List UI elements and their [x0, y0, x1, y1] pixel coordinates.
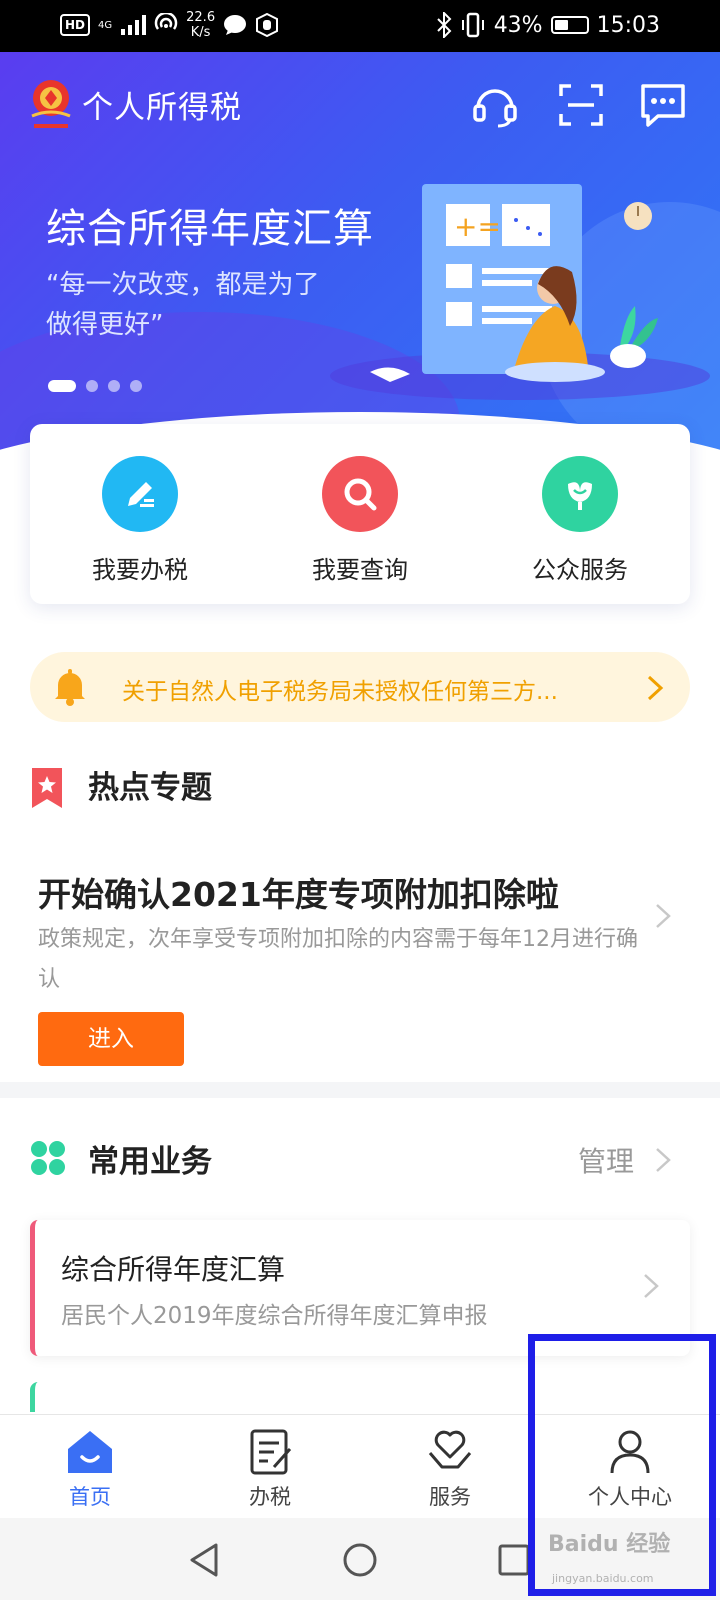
chevron-right-icon — [644, 1274, 659, 1298]
quick-actions-card: 我要办税 我要查询 公众服务 — [30, 424, 690, 604]
battery-icon — [550, 16, 589, 34]
message-icon[interactable] — [638, 80, 688, 130]
chevron-right-icon[interactable] — [654, 1146, 672, 1174]
chevron-right-icon[interactable] — [654, 902, 672, 930]
pager-dot[interactable] — [130, 380, 142, 392]
grid-clover-icon — [31, 1141, 65, 1175]
chat-bubble-icon — [224, 15, 247, 35]
pager-dot[interactable] — [48, 380, 76, 392]
speed-value: 22.6 — [186, 10, 216, 25]
chevron-right-icon — [647, 675, 664, 701]
nav-item-tax[interactable]: 办税 — [180, 1415, 360, 1518]
hd-badge: HD — [60, 14, 91, 36]
status-right: 43% 15:03 — [436, 12, 660, 38]
search-icon — [322, 456, 398, 532]
hot-topics-title: 热点专题 — [88, 770, 212, 806]
clock: 15:03 — [596, 12, 660, 38]
business-item-subtitle: 居民个人2019年度综合所得年度汇算申报 — [61, 1303, 488, 1329]
banner-pager[interactable] — [48, 380, 142, 392]
quick-action-tax[interactable]: 我要办税 — [30, 424, 250, 604]
tulip-icon — [542, 456, 618, 532]
quick-action-label: 我要办税 — [92, 556, 188, 584]
banner-quote-line1: “每一次改变，都是为了 — [46, 270, 320, 300]
network-type: 4G — [98, 19, 113, 31]
nav-item-service[interactable]: 服务 — [360, 1415, 540, 1518]
enter-button[interactable]: 进入 — [38, 1012, 184, 1066]
home-icon — [68, 1431, 112, 1473]
manage-link[interactable]: 管理 — [578, 1140, 634, 1180]
speed-unit: K/s — [190, 25, 211, 40]
tax-emblem-icon — [31, 80, 71, 128]
nav-item-home[interactable]: 首页 — [0, 1415, 180, 1518]
signal-icon — [121, 15, 147, 35]
hot-topic-description: 政策规定，次年享受专项附加扣除的内容需于每年12月进行确认 — [38, 927, 638, 992]
tax-form-icon — [250, 1429, 292, 1475]
watermark-url: jingyan.baidu.com — [552, 1572, 654, 1585]
app-title: 个人所得税 — [82, 90, 242, 126]
hot-topic-headline[interactable]: 开始确认2021年度专项附加扣除啦 — [38, 868, 559, 916]
quick-action-label: 我要查询 — [312, 556, 408, 584]
pager-dot[interactable] — [86, 380, 98, 392]
bell-icon — [55, 669, 85, 706]
quick-action-query[interactable]: 我要查询 — [250, 424, 470, 604]
battery-percent: 43% — [493, 12, 543, 38]
quick-action-public-service[interactable]: 公众服务 — [470, 424, 690, 604]
headset-icon[interactable] — [470, 80, 520, 130]
network-speed: 22.6 K/s — [186, 10, 215, 40]
nav-label: 首页 — [69, 1485, 111, 1509]
notice-bar[interactable]: 关于自然人电子税务局未授权任何第三方... — [30, 652, 690, 722]
section-divider — [0, 1082, 720, 1098]
hotspot-icon — [154, 13, 178, 30]
bluetooth-icon — [436, 12, 452, 38]
quick-action-label: 公众服务 — [532, 556, 628, 584]
watermark-logo: Baidu 经验 — [548, 1532, 671, 1557]
business-item-title: 综合所得年度汇算 — [61, 1253, 286, 1286]
nav-label: 服务 — [429, 1485, 471, 1509]
pencil-icon — [102, 456, 178, 532]
top-bar: 个人所得税 — [0, 70, 720, 134]
banner-quote-line2: 做得更好” — [46, 310, 164, 340]
scan-icon[interactable] — [556, 80, 606, 130]
banner-illustration: += — [330, 184, 710, 400]
pager-dot[interactable] — [108, 380, 120, 392]
svg-text:+=: += — [454, 210, 501, 243]
home-circle-icon[interactable] — [340, 1540, 380, 1580]
heart-hand-icon — [428, 1430, 472, 1469]
hand-icon — [256, 13, 279, 37]
common-business-title: 常用业务 — [88, 1144, 212, 1180]
notice-text: 关于自然人电子税务局未授权任何第三方... — [122, 679, 558, 705]
status-left: HD 4G 22.6 K/s — [60, 10, 279, 40]
status-bar: HD 4G 22.6 K/s 43% 15:03 — [0, 0, 720, 52]
back-icon[interactable] — [186, 1540, 226, 1580]
bookmark-star-icon — [32, 768, 62, 808]
nav-label: 办税 — [249, 1485, 291, 1509]
vibrate-icon — [461, 12, 484, 38]
